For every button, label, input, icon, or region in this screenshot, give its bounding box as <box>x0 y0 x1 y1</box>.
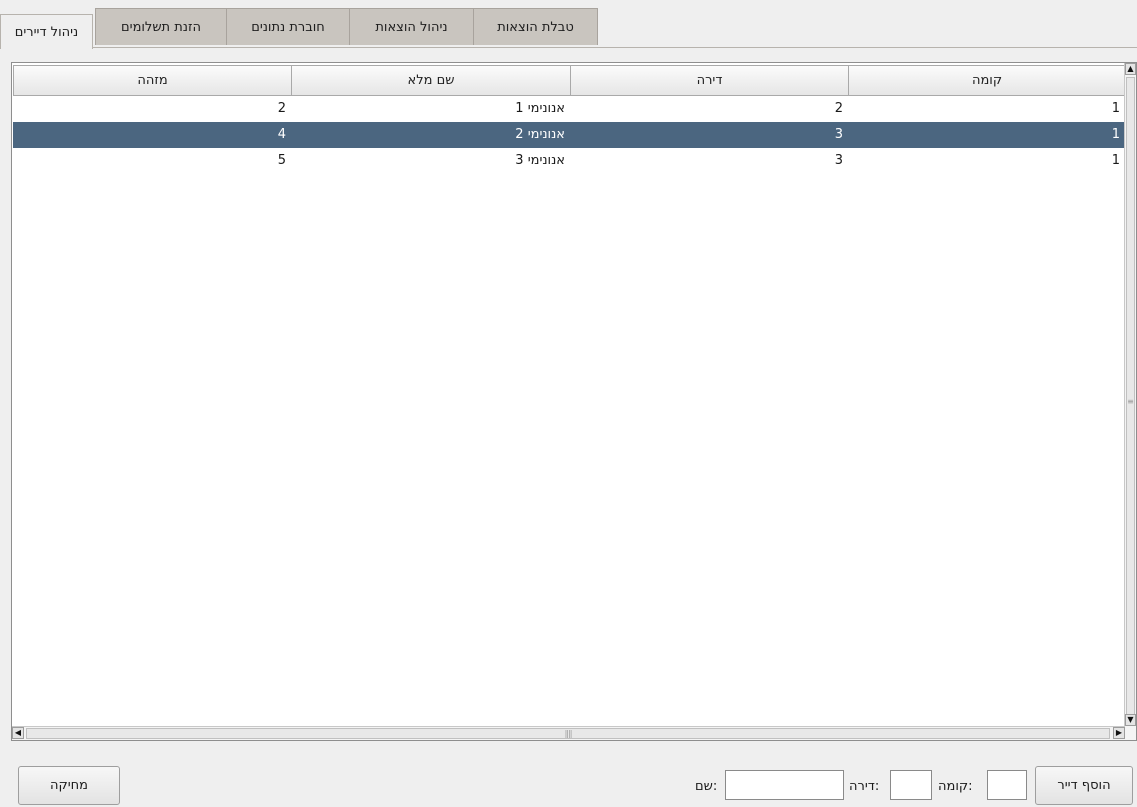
tab-bar: טבלת הוצאות ניהול הוצאות חוברת נתונים הז… <box>0 0 1137 49</box>
cell-floor: 1 <box>1111 127 1120 142</box>
horizontal-scroll-thumb[interactable]: |||| <box>26 728 1110 739</box>
cell-apartment: 3 <box>834 153 843 168</box>
scroll-left-arrow-icon[interactable]: ◀ <box>12 727 24 739</box>
table-header: קומה דירה שם מלא מזהה <box>13 65 1126 96</box>
floor-field[interactable] <box>987 770 1027 800</box>
column-header-id[interactable]: מזהה <box>13 65 292 96</box>
tenants-table: קומה דירה שם מלא מזהה 1 2 אנונימי 1 2 1 … <box>11 62 1137 741</box>
cell-full-name: אנונימי 3 <box>515 153 565 168</box>
tab-data-booklet[interactable]: חוברת נתונים <box>226 8 350 45</box>
delete-button[interactable]: מחיקה <box>18 766 120 805</box>
cell-id: 2 <box>277 101 286 116</box>
vertical-scroll-thumb[interactable]: ≡ <box>1126 77 1135 725</box>
table-row-selected[interactable]: 1 3 אנונימי 2 4 <box>13 122 1126 148</box>
table-body: 1 2 אנונימי 1 2 1 3 אנונימי 2 4 1 3 אנונ… <box>13 96 1126 174</box>
apartment-field[interactable] <box>890 770 932 800</box>
cell-id: 5 <box>277 153 286 168</box>
scroll-right-arrow-icon[interactable]: ▶ <box>1113 727 1125 739</box>
column-header-floor[interactable]: קומה <box>848 65 1126 96</box>
cell-apartment: 2 <box>834 101 843 116</box>
column-header-apartment[interactable]: דירה <box>570 65 849 96</box>
apartment-label: דירה: <box>849 779 880 794</box>
cell-id: 4 <box>277 127 286 142</box>
tab-divider <box>93 47 1137 48</box>
tab-payment-entry[interactable]: הזנת תשלומים <box>95 8 227 45</box>
column-header-full-name[interactable]: שם מלא <box>291 65 571 96</box>
name-label: שם: <box>695 779 718 794</box>
cell-floor: 1 <box>1111 153 1120 168</box>
vertical-scrollbar[interactable]: ▲ ≡ ▼ <box>1124 63 1136 740</box>
tab-expense-management[interactable]: ניהול הוצאות <box>349 8 474 45</box>
cell-full-name: אנונימי 1 <box>515 101 565 116</box>
cell-floor: 1 <box>1111 101 1120 116</box>
table-row[interactable]: 1 3 אנונימי 3 5 <box>13 148 1126 174</box>
horizontal-scrollbar[interactable]: ◀ |||| ▶ <box>12 726 1125 740</box>
floor-label: קומה: <box>938 779 973 794</box>
table-row[interactable]: 1 2 אנונימי 1 2 <box>13 96 1126 122</box>
name-field[interactable] <box>725 770 844 800</box>
scroll-up-arrow-icon[interactable]: ▲ <box>1125 63 1136 75</box>
tab-tenant-management[interactable]: ניהול דיירים <box>0 14 93 49</box>
cell-apartment: 3 <box>834 127 843 142</box>
tab-expenses-table[interactable]: טבלת הוצאות <box>473 8 598 45</box>
scroll-down-arrow-icon[interactable]: ▼ <box>1125 714 1136 726</box>
cell-full-name: אנונימי 2 <box>515 127 565 142</box>
add-tenant-button[interactable]: הוסף דייר <box>1035 766 1133 805</box>
